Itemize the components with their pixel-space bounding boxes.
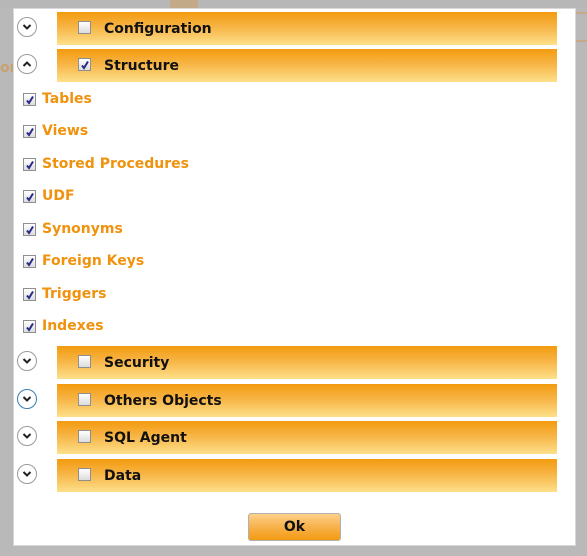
checkbox-configuration[interactable]: [78, 21, 91, 34]
group-label: Security: [104, 355, 170, 371]
checkbox-triggers[interactable]: [23, 288, 36, 301]
expand-toggle-sql-agent[interactable]: [17, 426, 37, 446]
group-header-configuration[interactable]: Configuration: [57, 12, 557, 45]
checkbox-foreign-keys[interactable]: [23, 255, 36, 268]
group-structure: Structure: [14, 49, 577, 83]
background-divider: [576, 40, 587, 42]
group-header-security[interactable]: Security: [57, 346, 557, 379]
group-data: Data: [14, 459, 577, 493]
checkmark-icon: [25, 160, 34, 170]
checkbox-tables[interactable]: [23, 93, 36, 106]
checkbox-udf[interactable]: [23, 190, 36, 203]
checkmark-icon: [80, 60, 89, 70]
item-label: UDF: [42, 188, 75, 204]
checkbox-stored-procedures[interactable]: [23, 158, 36, 171]
expand-toggle-data[interactable]: [17, 464, 37, 484]
checkbox-sql-agent[interactable]: [78, 430, 91, 443]
group-header-sql-agent[interactable]: SQL Agent: [57, 421, 557, 454]
checkbox-structure[interactable]: [78, 58, 91, 71]
checkbox-others-objects[interactable]: [78, 393, 91, 406]
item-label: Indexes: [42, 318, 104, 334]
checkbox-security[interactable]: [78, 355, 91, 368]
checkbox-data[interactable]: [78, 468, 91, 481]
expand-toggle-configuration[interactable]: [17, 17, 37, 37]
checkbox-views[interactable]: [23, 125, 36, 138]
checkmark-icon: [25, 322, 34, 332]
collapse-toggle-structure[interactable]: [17, 54, 37, 74]
expand-toggle-security[interactable]: [17, 351, 37, 371]
checkmark-icon: [25, 257, 34, 267]
chevron-up-icon: [22, 61, 32, 67]
group-label: Structure: [104, 58, 180, 74]
group-header-data[interactable]: Data: [57, 459, 557, 492]
chevron-down-icon: [22, 471, 32, 477]
group-label: Others Objects: [104, 393, 222, 409]
group-header-others-objects[interactable]: Others Objects: [57, 384, 557, 417]
item-label: Foreign Keys: [42, 253, 145, 269]
item-label: Synonyms: [42, 221, 123, 237]
chevron-down-icon: [22, 396, 32, 402]
group-label: Data: [104, 468, 142, 484]
checkmark-icon: [25, 192, 34, 202]
checkbox-indexes[interactable]: [23, 320, 36, 333]
expand-toggle-others-objects[interactable]: [17, 389, 37, 409]
export-options-dialog: Configuration Structure Tables Views Sto…: [13, 8, 576, 546]
group-configuration: Configuration: [14, 12, 577, 46]
chevron-down-icon: [22, 358, 32, 364]
chevron-down-icon: [22, 433, 32, 439]
group-security: Security: [14, 346, 577, 380]
item-label: Views: [42, 123, 89, 139]
ok-button[interactable]: Ok: [248, 513, 341, 541]
checkbox-synonyms[interactable]: [23, 223, 36, 236]
chevron-down-icon: [22, 24, 32, 30]
background-app-header: [0, 0, 587, 8]
checkmark-icon: [25, 290, 34, 300]
group-header-structure[interactable]: Structure: [57, 49, 557, 82]
checkmark-icon: [25, 225, 34, 235]
group-label: Configuration: [104, 21, 212, 37]
item-label: Stored Procedures: [42, 156, 189, 172]
group-label: SQL Agent: [104, 430, 187, 446]
checkmark-icon: [25, 95, 34, 105]
background-tab: [170, 0, 198, 8]
item-label: Tables: [42, 91, 92, 107]
group-sql-agent: SQL Agent: [14, 421, 577, 455]
checkmark-icon: [25, 127, 34, 137]
item-label: Triggers: [42, 286, 107, 302]
group-others-objects: Others Objects: [14, 384, 577, 418]
background-divider: [576, 12, 587, 14]
